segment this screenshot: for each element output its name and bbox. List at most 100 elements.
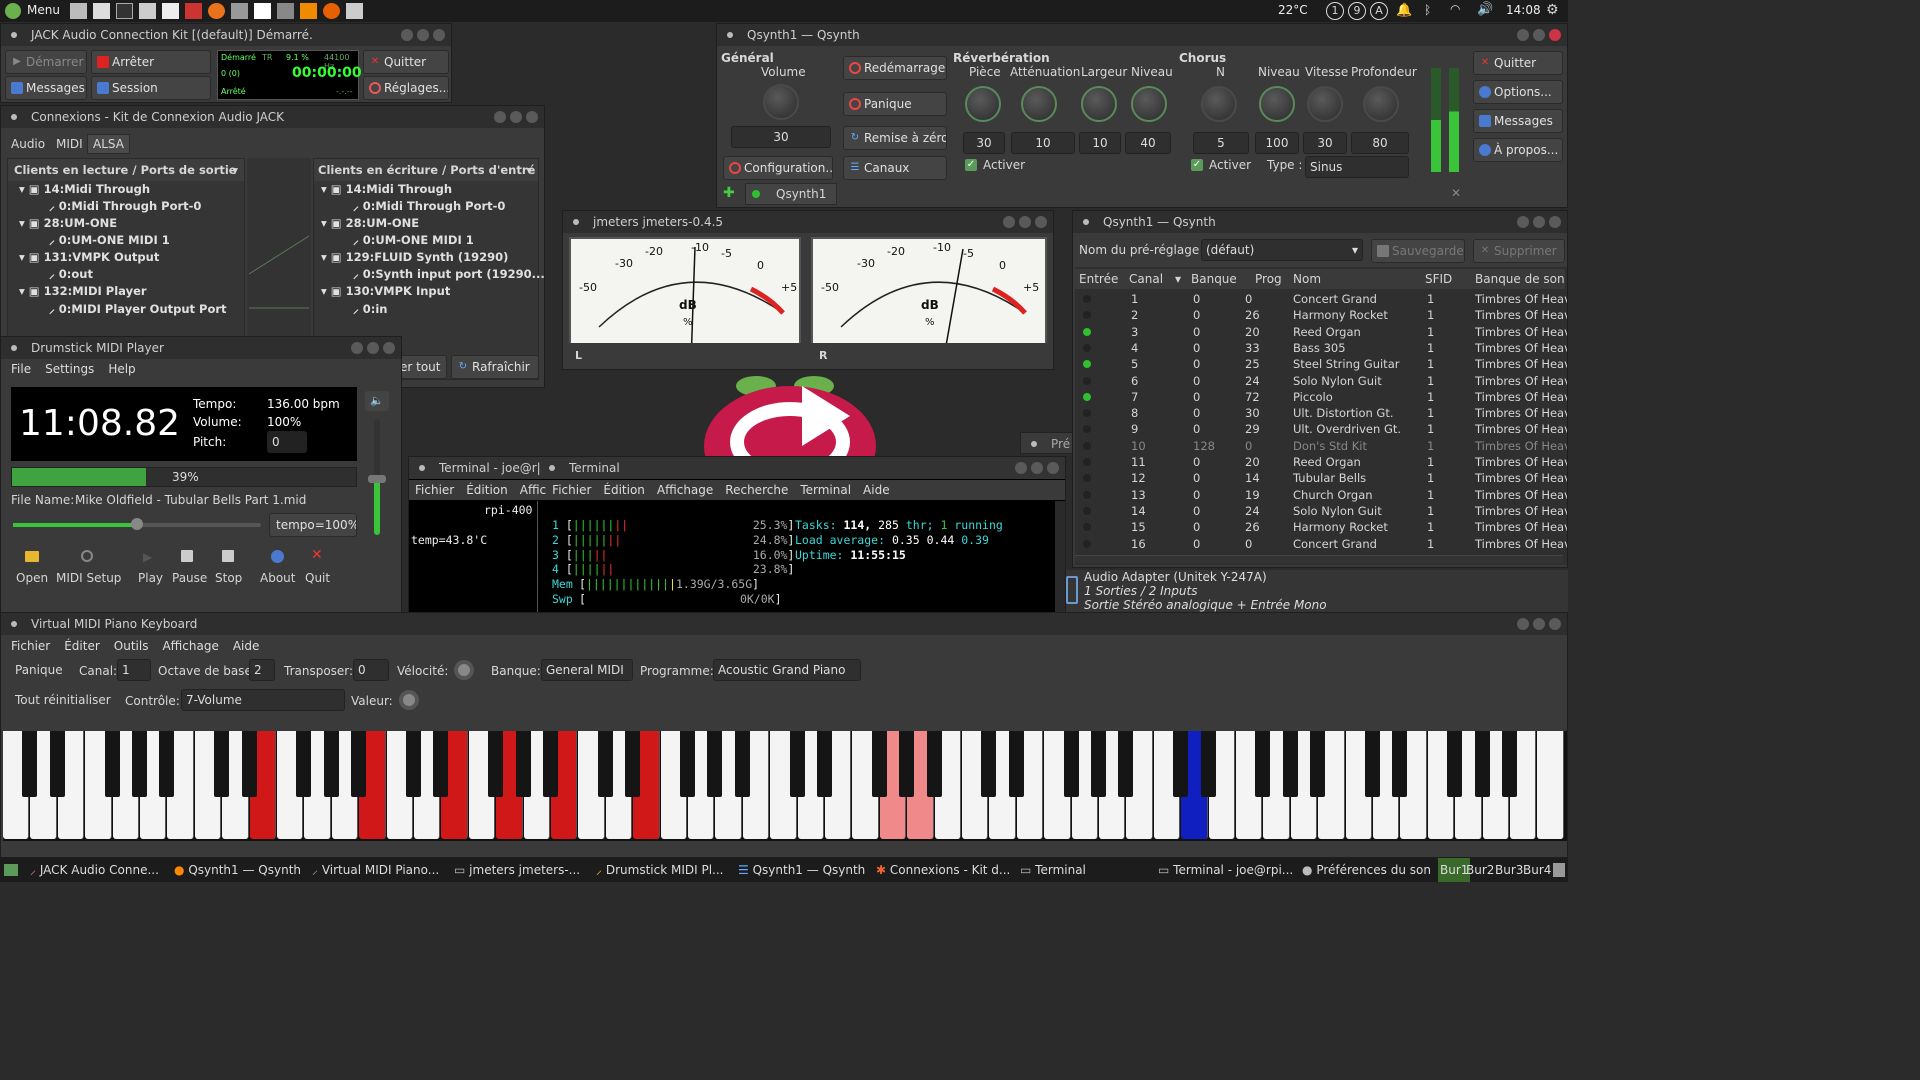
black-key[interactable] [899,731,915,797]
table-row[interactable]: 12 0 14 Tubular Bells 1 Timbres Of Heav [1075,470,1567,486]
chorus-activate-checkbox[interactable]: ✓ [1191,159,1203,171]
save-preset-button[interactable]: Sauvegarder [1371,239,1465,263]
table-row[interactable]: 3 0 20 Reed Organ 1 Timbres Of Heav [1075,324,1567,340]
restart-button[interactable]: Redémarrage [843,56,947,80]
midi-setup-button[interactable]: MIDI Setup [56,571,121,585]
wifi-icon[interactable]: ◠ [1450,2,1460,16]
tree-port[interactable]: ⸝ 0:UM-ONE MIDI 1 [353,233,474,248]
reverb-damp-spin[interactable]: 10 [1011,132,1075,154]
black-key[interactable] [1502,731,1517,797]
task-terminal-joe[interactable]: ▭ Terminal - joe@rpi... [1158,858,1293,882]
black-key[interactable] [597,731,613,797]
reverb-level-knob[interactable] [1131,86,1167,122]
reverb-width-knob[interactable] [1081,86,1117,122]
close-tab-icon[interactable]: ✕ [1451,186,1461,200]
black-key[interactable] [488,731,504,797]
tab-alsa[interactable]: ALSA [87,134,130,154]
black-key[interactable] [1091,731,1106,797]
table-row[interactable]: 13 0 19 Church Organ 1 Timbres Of Heav [1075,487,1567,503]
velocity-knob[interactable] [454,660,474,680]
channels-titlebar[interactable]: Qsynth1 — Qsynth [1073,211,1567,233]
menu-outils[interactable]: Outils [114,639,149,653]
about-button[interactable]: À propos... [1473,138,1563,162]
tree-client[interactable]: ▾ ▣ 28:UM-ONE [19,216,117,230]
chorus-n-spin[interactable]: 5 [1193,132,1249,154]
tree-client[interactable]: ▾ ▣ 28:UM-ONE [321,216,419,230]
messages-button[interactable]: Messages [5,76,87,100]
reverb-width-spin[interactable]: 10 [1079,132,1121,154]
delete-preset-button[interactable]: ✕ Supprimer [1473,239,1565,263]
task-connections[interactable]: ✱ Connexions - Kit d... [876,858,1010,882]
table-row[interactable]: 7 0 72 Piccolo 1 Timbres Of Heav [1075,389,1567,405]
black-key[interactable] [132,731,147,797]
terminal-scrollbar[interactable] [1055,501,1065,613]
menu-file[interactable]: File [11,362,31,376]
task-qsynth-channels[interactable]: ☰ Qsynth1 — Qsynth [738,858,865,882]
about-button[interactable]: About [260,571,295,585]
menu-settings[interactable]: Settings [45,362,94,376]
desktop-3[interactable]: Bur3 [1495,858,1523,882]
quit-icon[interactable]: ✕ [311,547,323,563]
black-key[interactable] [1447,731,1463,797]
refresh-button[interactable]: ↻ Rafraîchir [451,355,539,379]
session-button[interactable]: Session [91,76,211,100]
table-row[interactable]: 11 0 20 Reed Organ 1 Timbres Of Heav [1075,454,1567,470]
chorus-depth-spin[interactable]: 80 [1351,132,1409,154]
open-folder-icon[interactable] [25,551,39,562]
channels-button[interactable]: ☰ Canaux [843,156,947,180]
volume-knob[interactable] [763,84,799,120]
white-key[interactable] [1537,731,1564,839]
qsynth-quit-button[interactable]: ✕ Quitter [1473,51,1563,75]
task-vmpk[interactable]: ⸝ Virtual MIDI Piano... [312,858,439,882]
jack-quit-button[interactable]: ✕ Quitter [363,50,449,74]
bell-icon[interactable]: 🔔 [1396,3,1412,18]
reverb-activate-checkbox[interactable]: ✓ [965,159,977,171]
table-row[interactable]: 14 0 24 Solo Nylon Guit 1 Timbres Of Heav [1075,503,1567,519]
table-row[interactable]: 6 0 24 Solo Nylon Guit 1 Timbres Of Heav [1075,373,1567,389]
tray-icon[interactable] [1553,863,1565,877]
black-key[interactable] [323,731,339,797]
black-key[interactable] [351,731,367,797]
value-knob[interactable] [399,690,419,710]
jmeters-titlebar[interactable]: jmeters jmeters-0.4.5 [563,211,1053,233]
menu-icon[interactable] [5,3,21,19]
tree-port[interactable]: ⸝ 0:in [353,302,388,317]
badge-a[interactable]: A [1370,2,1388,20]
reverb-level-spin[interactable]: 40 [1125,132,1171,154]
badge-9[interactable]: 9 [1348,2,1366,20]
table-row[interactable]: 15 0 26 Harmony Rocket 1 Timbres Of Heav [1075,519,1567,535]
options-button[interactable]: Options... [1473,80,1563,104]
chorus-speed-knob[interactable] [1307,86,1343,122]
reverb-room-spin[interactable]: 30 [963,132,1005,154]
chorus-level-spin[interactable]: 100 [1255,132,1299,154]
black-key[interactable] [1282,731,1298,797]
terminal-titlebar[interactable]: Terminal - joe@r| Terminal [409,457,1065,479]
chorus-level-knob[interactable] [1259,86,1295,122]
reverb-damp-knob[interactable] [1021,86,1057,122]
tree-port[interactable]: ⸝ 0:MIDI Player Output Port [49,302,227,317]
tree-client[interactable]: ▾ ▣ 14:Midi Through [19,182,150,196]
panic-button[interactable]: Panique [843,92,947,116]
tab-midi[interactable]: MIDI [56,137,83,151]
open-button[interactable]: Open [16,571,48,585]
qsynth-messages-button[interactable]: Messages [1473,109,1563,133]
menu-affic[interactable]: Affic [520,483,546,497]
program-select[interactable]: Acoustic Grand Piano [713,659,861,681]
black-key[interactable] [817,731,832,797]
table-row[interactable]: 1 0 0 Concert Grand 1 Timbres Of Heav [1075,291,1567,307]
tree-client[interactable]: ▾ ▣ 132:MIDI Player [19,284,147,298]
black-key[interactable] [1173,731,1189,797]
black-key[interactable] [1365,731,1380,797]
table-row[interactable]: 8 0 30 Ult. Distortion Gt. 1 Timbres Of Heav [1075,405,1567,421]
volume-slider[interactable] [368,419,386,535]
tree-port[interactable]: ⸝ 0:Midi Through Port-0 [353,199,505,214]
chorus-depth-knob[interactable] [1363,86,1399,122]
tab-audio[interactable]: Audio [11,137,45,151]
pitch-spin[interactable]: 0 [267,431,307,453]
jack-titlebar[interactable]: JACK Audio Connection Kit [(default)] Dé… [1,24,451,46]
readable-header[interactable]: Clients en lecture / Ports de sortie ▾ [8,159,244,181]
menu-recherche[interactable]: Recherche [725,483,788,497]
octave-spin[interactable]: 2 [249,659,275,681]
preset-select[interactable]: (défaut) ▾ [1201,239,1363,261]
writable-header[interactable]: Clients en écriture / Ports d'entré ▾ [314,159,538,181]
